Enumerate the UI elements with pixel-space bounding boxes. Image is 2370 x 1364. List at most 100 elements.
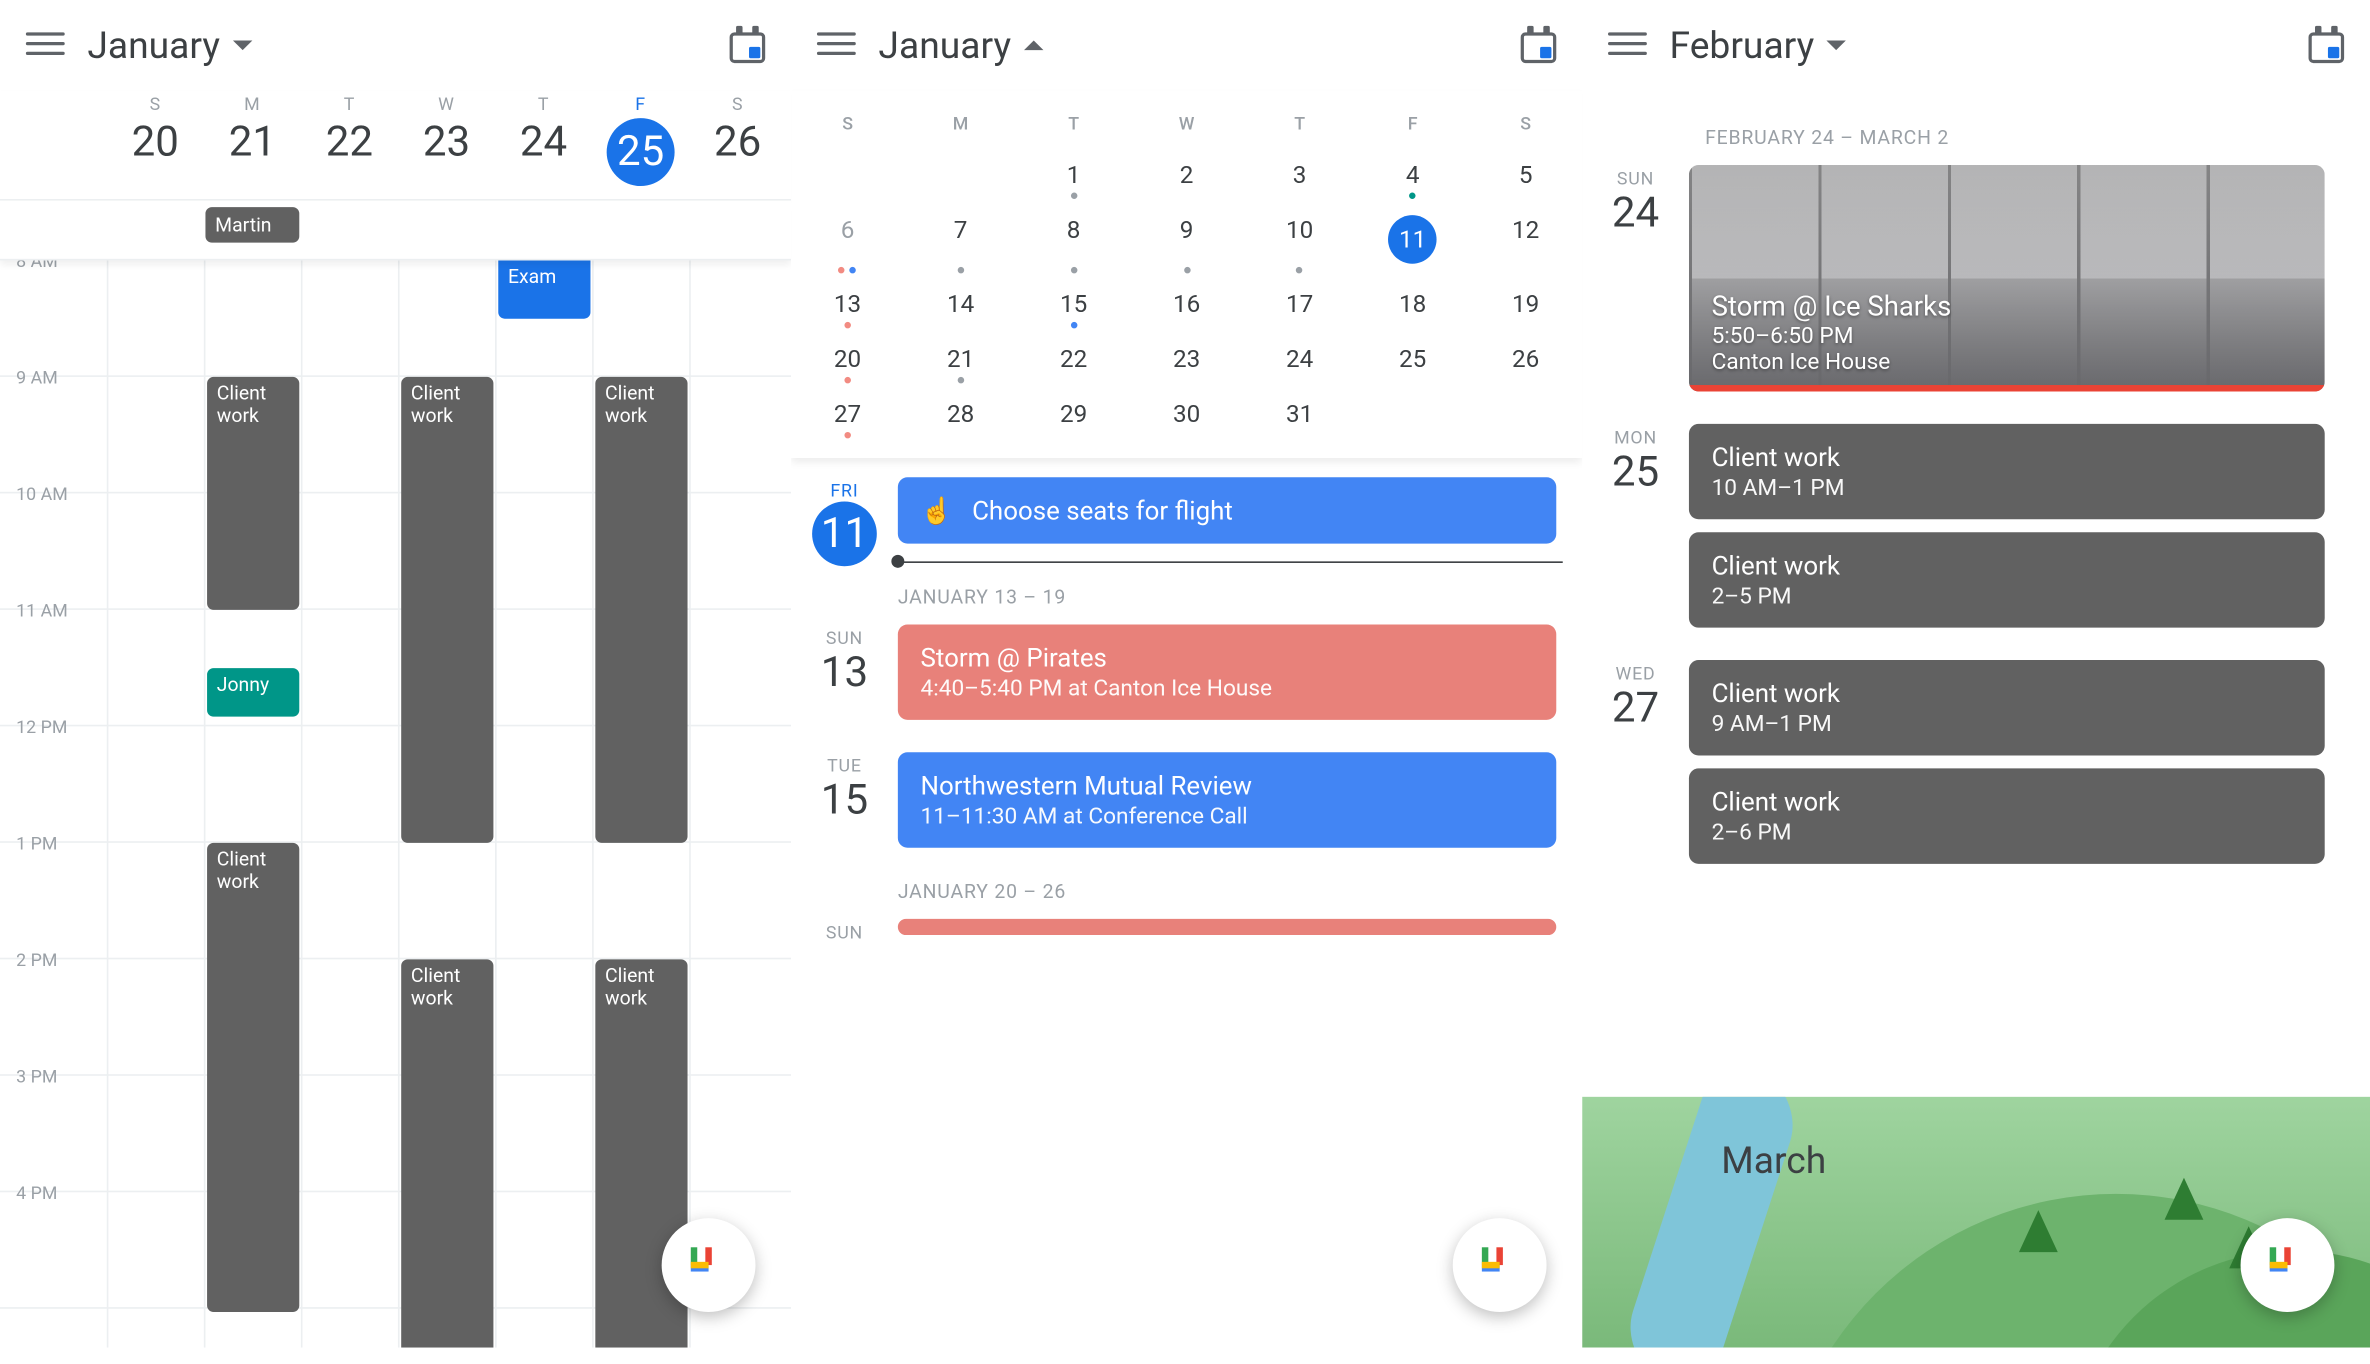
minical-day[interactable]: 4 [1356, 147, 1469, 202]
event-client-work[interactable]: Client work [207, 377, 299, 610]
chevron-down-icon [233, 40, 252, 50]
minical-day[interactable]: 2 [1130, 147, 1243, 202]
minical-day[interactable] [1469, 387, 1582, 442]
event-client-work[interactable]: Client work 9 AM–1 PM [1689, 660, 2325, 755]
event-client-work[interactable]: Client work 2–6 PM [1689, 768, 2325, 863]
today-icon[interactable] [2309, 28, 2345, 64]
minical-day[interactable]: 30 [1130, 387, 1243, 442]
date-range-label: FEBRUARY 24 – MARCH 2 [1705, 126, 2350, 149]
day-col-tue[interactable]: T22 [301, 91, 398, 199]
day-col-sat[interactable]: S26 [689, 91, 786, 199]
minical-day[interactable]: 3 [1243, 147, 1356, 202]
event-client-work[interactable]: Client work [207, 843, 299, 1312]
event-client-work[interactable]: Client work [595, 377, 687, 843]
chevron-up-icon [1024, 40, 1043, 50]
week-header: S20 M21 T22 W23 T24 F25 S26 [0, 91, 791, 201]
schedule-date-today[interactable]: FRI 11 [791, 477, 898, 566]
schedule-date[interactable]: TUE 15 [791, 752, 898, 860]
minical-day[interactable]: 28 [904, 387, 1017, 442]
event-nw-mutual[interactable]: Northwestern Mutual Review 11–11:30 AM a… [898, 752, 1556, 847]
minical-day[interactable]: 1 [1017, 147, 1130, 202]
schedule-date[interactable]: SUN 13 [791, 624, 898, 732]
schedule-view-panel: January S M T W T F S 123456789101112131… [791, 0, 1582, 1348]
plus-icon [1482, 1247, 1518, 1283]
day-col-thu[interactable]: T24 [495, 91, 592, 199]
month-selector[interactable]: February [1670, 23, 1847, 67]
minical-day[interactable]: 26 [1469, 332, 1582, 387]
minical-day[interactable]: 12 [1469, 202, 1582, 276]
month-banner-label: March [1721, 1139, 1826, 1183]
mc-wd: T [1017, 100, 1130, 147]
month-selector[interactable]: January [878, 23, 1043, 67]
minical-day[interactable]: 13 [791, 277, 904, 332]
menu-icon[interactable] [817, 26, 856, 65]
create-event-fab[interactable] [2241, 1218, 2335, 1312]
schedule-date[interactable]: WED 27 [1582, 660, 1689, 877]
schedule-month-panel: February FEBRUARY 24 – MARCH 2 SUN 24 St… [1582, 0, 2370, 1348]
minical-day[interactable]: 27 [791, 387, 904, 442]
event-client-work[interactable]: Client work [401, 959, 493, 1347]
mini-calendar: S M T W T F S 12345678910111213141516171… [791, 91, 1582, 458]
minical-day[interactable]: 18 [1356, 277, 1469, 332]
allday-row: Martin [0, 201, 791, 261]
minical-day[interactable]: 19 [1469, 277, 1582, 332]
schedule-date[interactable]: MON 25 [1582, 424, 1689, 641]
today-icon[interactable] [1521, 28, 1557, 64]
event-med-exam[interactable]: Med Exam [498, 260, 590, 318]
create-event-fab[interactable] [1453, 1218, 1547, 1312]
minical-day[interactable]: 17 [1243, 277, 1356, 332]
mc-wd: S [791, 100, 904, 147]
event-hero-ice-sharks[interactable]: Storm @ Ice Sharks 5:50–6:50 PM Canton I… [1689, 165, 2325, 391]
hour-label: 9 AM [16, 367, 58, 388]
minical-day[interactable]: 16 [1130, 277, 1243, 332]
task-choose-seats[interactable]: ☝ Choose seats for flight [898, 477, 1556, 543]
menu-icon[interactable] [1608, 26, 1647, 65]
hour-label: 2 PM [16, 950, 57, 971]
minical-day[interactable]: 6 [791, 202, 904, 276]
day-col-mon[interactable]: M21 [204, 91, 301, 199]
minical-day[interactable]: 22 [1017, 332, 1130, 387]
event-storm-pirates[interactable]: Storm @ Pirates 4:40–5:40 PM at Canton I… [898, 624, 1556, 719]
minical-day[interactable] [904, 147, 1017, 202]
event-client-work[interactable]: Client work 10 AM–1 PM [1689, 424, 2325, 519]
schedule-date[interactable]: SUN 24 [1582, 165, 1689, 404]
minical-day[interactable]: 14 [904, 277, 1017, 332]
hour-label: 4 PM [16, 1183, 57, 1204]
hour-label: 8 AM [16, 260, 58, 271]
day-col-sun[interactable]: S20 [107, 91, 204, 199]
minical-day[interactable]: 8 [1017, 202, 1130, 276]
allday-event-martin[interactable]: Martin [205, 207, 299, 243]
menu-icon[interactable] [26, 26, 65, 65]
minical-day[interactable] [1356, 387, 1469, 442]
event-jonny[interactable]: Jonny [207, 668, 299, 717]
hour-label: 12 PM [16, 717, 67, 738]
time-grid[interactable]: 8 AM 9 AM 10 AM 11 AM 12 PM 1 PM 2 PM 3 … [0, 260, 791, 1347]
minical-day[interactable]: 10 [1243, 202, 1356, 276]
minical-day[interactable]: 24 [1243, 332, 1356, 387]
minical-day[interactable]: 9 [1130, 202, 1243, 276]
minical-day[interactable]: 20 [791, 332, 904, 387]
minical-day[interactable]: 23 [1130, 332, 1243, 387]
minical-day[interactable]: 7 [904, 202, 1017, 276]
minical-day[interactable] [791, 147, 904, 202]
month-selector[interactable]: January [87, 23, 252, 67]
minical-day[interactable]: 5 [1469, 147, 1582, 202]
schedule-list[interactable]: FEBRUARY 24 – MARCH 2 SUN 24 Storm @ Ice… [1582, 91, 2370, 916]
schedule-list[interactable]: FRI 11 ☝ Choose seats for flight JANUARY… [791, 458, 1582, 987]
today-icon[interactable] [730, 28, 766, 64]
minical-day[interactable]: 29 [1017, 387, 1130, 442]
event-cutoff[interactable] [898, 919, 1556, 935]
minical-day[interactable]: 15 [1017, 277, 1130, 332]
create-event-fab[interactable] [662, 1218, 756, 1312]
day-col-fri[interactable]: F25 [592, 91, 689, 199]
day-col-wed[interactable]: W23 [398, 91, 495, 199]
event-client-work[interactable]: Client work [401, 377, 493, 843]
minical-day[interactable]: 21 [904, 332, 1017, 387]
event-client-work[interactable]: Client work 2–5 PM [1689, 532, 2325, 627]
schedule-date[interactable]: SUN [791, 919, 898, 948]
month-label: January [87, 23, 220, 67]
minical-day[interactable]: 11 [1356, 202, 1469, 276]
plus-icon [2270, 1247, 2306, 1283]
minical-day[interactable]: 31 [1243, 387, 1356, 442]
minical-day[interactable]: 25 [1356, 332, 1469, 387]
